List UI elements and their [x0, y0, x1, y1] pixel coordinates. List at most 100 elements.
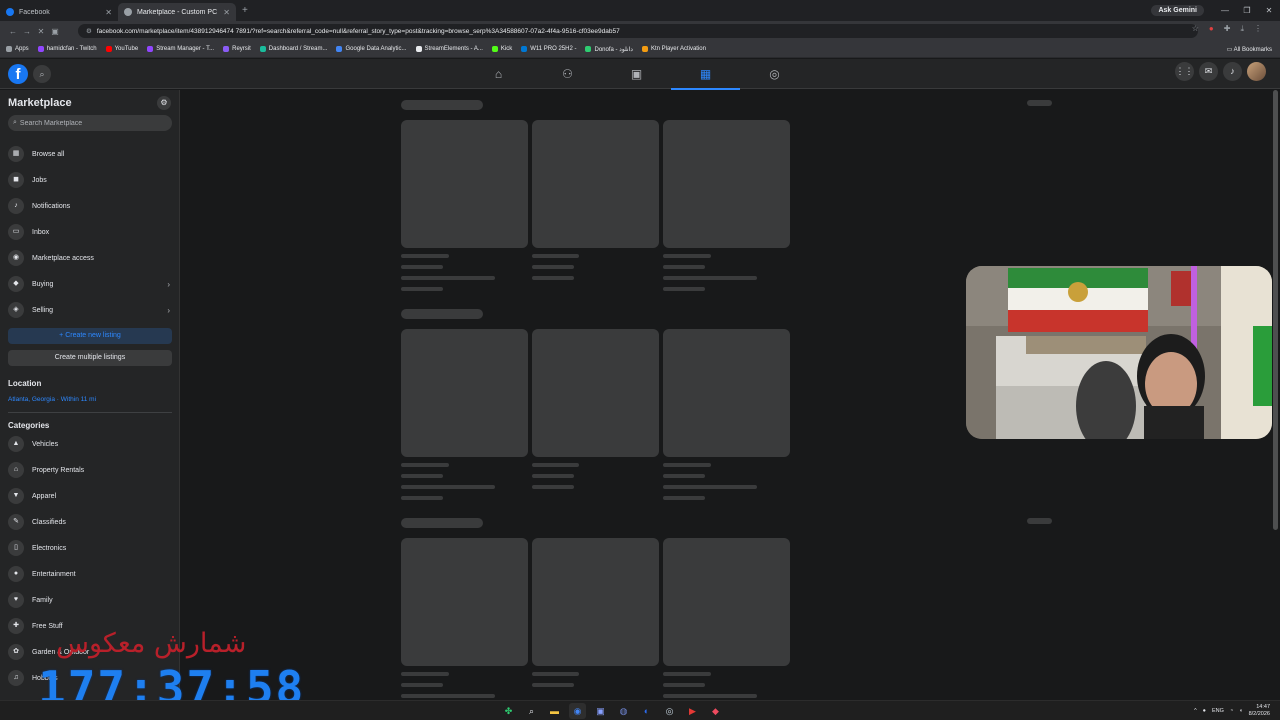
menu-icon[interactable]: ⋮	[1254, 24, 1262, 34]
bookmark-google-data[interactable]: Google Data Analytic...	[336, 46, 407, 52]
bookmark-donofa[interactable]: Donofa - دانلود	[585, 46, 633, 53]
category-entertainment[interactable]: ● Entertainment	[8, 565, 172, 583]
browser-tab-strip: Facebook ✕ Marketplace - Custom PC [UM..…	[0, 0, 1280, 21]
plant-icon: ✿	[8, 644, 24, 660]
sidebar-item-browse-all[interactable]: ▦ Browse all	[8, 145, 172, 163]
back-icon[interactable]: ←	[6, 27, 20, 36]
skeleton-line	[401, 485, 495, 489]
lang-indicator[interactable]: ENG	[1212, 708, 1224, 714]
download-icon[interactable]: ⤓	[1240, 24, 1244, 34]
nav-friends[interactable]: ⚇	[533, 59, 602, 89]
notifications-bell-icon[interactable]: ♪	[1223, 62, 1242, 81]
discord-icon[interactable]: ◍	[615, 703, 632, 719]
extension-icon[interactable]: ●	[1209, 24, 1214, 34]
ask-gemini-button[interactable]: Ask Gemini	[1151, 5, 1204, 16]
steam-icon[interactable]: ◎	[661, 703, 678, 719]
address-bar[interactable]: ⚙ facebook.com/marketplace/item/43891294…	[78, 24, 1198, 38]
search-icon[interactable]: ⌕	[33, 65, 51, 83]
tab-marketplace[interactable]: Marketplace - Custom PC [UM... ✕	[118, 3, 236, 21]
close-tab-icon[interactable]: ✕	[105, 8, 112, 17]
create-new-listing-button[interactable]: + Create new listing	[8, 328, 172, 344]
file-explorer-icon[interactable]: ▬	[546, 703, 563, 719]
nav-video[interactable]: ▣	[602, 59, 671, 89]
site-info-icon[interactable]: ⚙	[86, 27, 92, 35]
category-property-rentals[interactable]: ⌂ Property Rentals	[8, 461, 172, 479]
close-window-icon[interactable]: ✕	[1258, 6, 1280, 15]
nav-home[interactable]: ⌂	[464, 59, 533, 89]
skeleton-line	[532, 254, 579, 258]
chevron-up-icon[interactable]: ^	[1194, 708, 1197, 714]
profile-avatar[interactable]	[1247, 62, 1266, 81]
create-multiple-listings-button[interactable]: Create multiple listings	[8, 350, 172, 366]
skeleton-line	[401, 265, 443, 269]
category-classifieds[interactable]: ✎ Classifieds	[8, 513, 172, 531]
nav-marketplace[interactable]: ▦	[671, 59, 740, 90]
location-link[interactable]: Atlanta, Georgia · Within 11 mi	[8, 396, 96, 403]
marketplace-search-input[interactable]	[19, 119, 160, 127]
home-icon: ⌂	[494, 67, 503, 81]
twitch-icon	[37, 46, 44, 52]
main-navigation: ⌂ ⚇ ▣ ▦ ◎	[464, 59, 809, 90]
stop-loading-icon[interactable]: ✕	[34, 27, 48, 36]
bookmark-apps[interactable]: Apps	[6, 46, 29, 52]
bookmark-dashboard[interactable]: Dashboard / Stream...	[259, 46, 327, 52]
tab-title: Facebook	[19, 8, 50, 16]
sidebar-item-marketplace-access[interactable]: ◉ Marketplace access	[8, 249, 172, 267]
reyrsit-icon	[223, 46, 230, 52]
media-player-icon[interactable]: ▶	[684, 703, 701, 719]
webcam-overlay	[966, 266, 1272, 439]
bookmark-streamelements[interactable]: StreamElements - A...	[415, 46, 483, 52]
restore-icon[interactable]: ❐	[1236, 6, 1258, 15]
bookmark-ktn[interactable]: Ktn Player Activation	[641, 46, 706, 52]
skeleton-card	[401, 538, 528, 666]
pin-app-icon[interactable]: ◆	[707, 703, 724, 719]
nav-groups[interactable]: ◎	[740, 59, 809, 89]
skeleton-line	[401, 694, 495, 698]
ea-icon[interactable]: ◐	[638, 703, 655, 719]
all-bookmarks[interactable]: ▭ All Bookmarks	[1227, 46, 1272, 53]
network-icon[interactable]: ◔	[1230, 708, 1233, 714]
sidepanel-icon[interactable]: ▣	[48, 27, 62, 36]
sidebar-item-inbox[interactable]: ▭ Inbox	[8, 223, 172, 241]
category-family[interactable]: ♥ Family	[8, 591, 172, 609]
category-apparel[interactable]: ▼ Apparel	[8, 487, 172, 505]
new-tab-icon[interactable]: +	[242, 5, 248, 16]
marketplace-search[interactable]: ⌕	[8, 115, 172, 131]
classifieds-icon: ✎	[8, 514, 24, 530]
bookmark-stream-manager[interactable]: Stream Manager - T...	[147, 46, 214, 52]
skeleton-line	[401, 672, 449, 676]
minimize-icon[interactable]: —	[1214, 6, 1236, 15]
bookmark-star-icon[interactable]: ☆	[1192, 24, 1199, 34]
microphone-icon[interactable]: ●	[1203, 708, 1206, 714]
tab-facebook[interactable]: Facebook ✕	[0, 3, 118, 21]
sidebar-item-buying[interactable]: ◆ Buying ›	[8, 275, 172, 293]
bookmark-kick[interactable]: Kick	[491, 46, 512, 52]
extensions-puzzle-icon[interactable]: ✚	[1224, 24, 1231, 34]
page-scrollbar[interactable]	[1273, 90, 1278, 530]
bookmark-youtube[interactable]: YouTube	[105, 46, 138, 52]
category-vehicles[interactable]: ▲ Vehicles	[8, 435, 172, 453]
search-icon[interactable]: ⌕	[523, 703, 540, 719]
settings-gear-icon[interactable]: ⚙	[157, 96, 171, 110]
menu-grid-icon[interactable]: ⋮⋮	[1175, 62, 1194, 81]
app-icon[interactable]: ▣	[592, 703, 609, 719]
facebook-logo-icon[interactable]: f	[8, 64, 28, 84]
chrome-icon[interactable]: ◉	[569, 703, 586, 719]
sidebar-item-jobs[interactable]: ◼ Jobs	[8, 171, 172, 189]
shirt-icon: ▼	[8, 488, 24, 504]
sidebar-item-notifications[interactable]: ♪ Notifications	[8, 197, 172, 215]
bookmark-reyrsit[interactable]: Reyrsit	[223, 46, 251, 52]
clock[interactable]: 14:47 8/2/2026	[1249, 704, 1270, 718]
forward-icon[interactable]: →	[20, 27, 34, 36]
close-tab-icon[interactable]: ✕	[223, 8, 230, 17]
category-electronics[interactable]: ▯ Electronics	[8, 539, 172, 557]
messenger-icon[interactable]: ✉	[1199, 62, 1218, 81]
sidebar-item-selling[interactable]: ◈ Selling ›	[8, 301, 172, 319]
bookmarks-bar: Apps hamidcfan - Twitch YouTube Stream M…	[0, 41, 1280, 58]
bookmark-twitch[interactable]: hamidcfan - Twitch	[37, 46, 97, 52]
start-icon[interactable]: ✤	[500, 703, 517, 719]
bookmark-w11[interactable]: W11 PRO 25H2 -	[521, 46, 576, 52]
volume-icon[interactable]: ◖	[1239, 708, 1242, 714]
url-text: facebook.com/marketplace/item/4389129464…	[96, 27, 620, 35]
skeleton-card	[532, 120, 659, 248]
